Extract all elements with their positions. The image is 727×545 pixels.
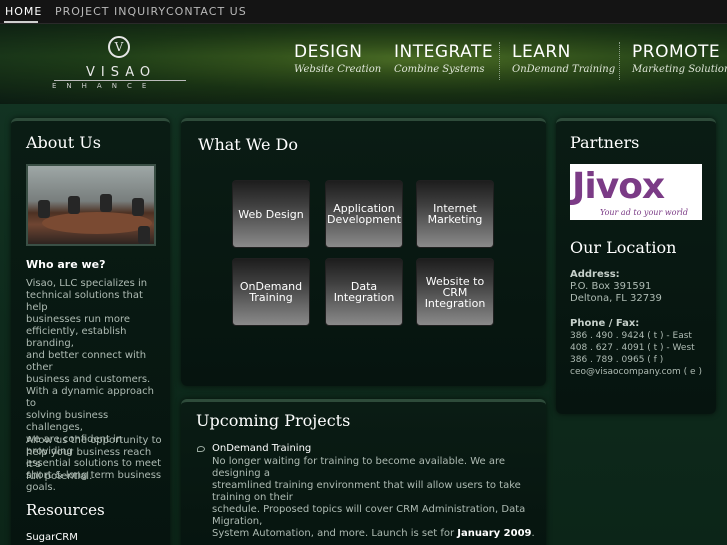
- nav-project-inquiry-link[interactable]: PROJECT INQUIRY: [55, 5, 166, 18]
- project-title: OnDemand Training: [212, 443, 312, 454]
- mainnav-promote[interactable]: PROMOTE Marketing Solutions: [632, 42, 727, 75]
- service-tile-ondemand-training[interactable]: OnDemand Training: [232, 258, 310, 326]
- mainnav-subtitle: Website Creation: [294, 64, 382, 75]
- what-we-do-heading: What We Do: [198, 135, 298, 154]
- meeting-room-photo: [26, 164, 156, 246]
- service-tile-application-development[interactable]: Application Development: [325, 180, 403, 248]
- about-heading: About Us: [26, 133, 101, 152]
- resources-heading: Resources: [26, 501, 105, 519]
- partners-heading: Partners: [570, 133, 640, 152]
- nav-home-link[interactable]: HOME: [5, 5, 42, 18]
- mainnav-divider: [619, 42, 620, 80]
- who-heading: Who are we?: [26, 258, 106, 271]
- top-navigation: HOME PROJECT INQUIRY CONTACT US: [0, 0, 727, 24]
- launch-date: January 2009: [457, 528, 532, 539]
- mainnav-subtitle: Marketing Solutions: [632, 64, 727, 75]
- logo-subtitle: ENHANCE: [52, 82, 157, 90]
- phone-label: Phone / Fax:: [570, 318, 640, 329]
- service-tile-data-integration[interactable]: Data Integration: [325, 258, 403, 326]
- service-tile-internet-marketing[interactable]: Internet Marketing: [416, 180, 494, 248]
- mainnav-title: PROMOTE: [632, 42, 721, 62]
- mainnav-subtitle: OnDemand Training: [512, 64, 616, 75]
- mainnav-title: INTEGRATE: [394, 42, 494, 62]
- project-description: No longer waiting for training to become…: [212, 456, 535, 539]
- service-tile-website-to-crm-integration[interactable]: Website to CRM Integration: [416, 258, 494, 326]
- resource-link-sugarcrm[interactable]: SugarCRM: [26, 532, 78, 544]
- mainnav-integrate[interactable]: INTEGRATE Combine Systems: [394, 42, 493, 75]
- address-label: Address:: [570, 269, 620, 280]
- jivox-partner-logo[interactable]: Jivox Your ad to your world: [570, 164, 702, 220]
- location-heading: Our Location: [570, 238, 677, 257]
- what-we-do-panel: [181, 118, 546, 386]
- address-block: P.O. Box 391591 Deltona, FL 32739: [570, 281, 662, 304]
- email-link[interactable]: ceo@visaocompany.com ( e ): [570, 366, 702, 378]
- logo-mark-icon: V: [108, 36, 130, 58]
- mainnav-subtitle: Combine Systems: [394, 64, 485, 75]
- about-paragraph-2: Allow us the opportunity to help your bu…: [26, 435, 162, 482]
- logo-name: VISAO: [86, 65, 157, 80]
- phone-block: 386 . 490 . 9424 ( t ) - East 408 . 627 …: [570, 331, 702, 378]
- logo-divider: [54, 80, 186, 81]
- upcoming-heading: Upcoming Projects: [196, 411, 351, 430]
- service-tile-web-design[interactable]: Web Design: [232, 180, 310, 248]
- mainnav-title: DESIGN: [294, 42, 363, 62]
- header-banner: V VISAO ENHANCE DESIGN Website Creation …: [0, 24, 727, 104]
- mainnav-divider: [499, 42, 500, 80]
- mainnav-design[interactable]: DESIGN Website Creation: [294, 42, 381, 75]
- mainnav-title: LEARN: [512, 42, 571, 62]
- nav-contact-us-link[interactable]: CONTACT US: [166, 5, 247, 18]
- active-underline: [4, 21, 38, 23]
- mainnav-learn[interactable]: LEARN OnDemand Training: [512, 42, 615, 75]
- speech-bubble-icon: [197, 446, 205, 452]
